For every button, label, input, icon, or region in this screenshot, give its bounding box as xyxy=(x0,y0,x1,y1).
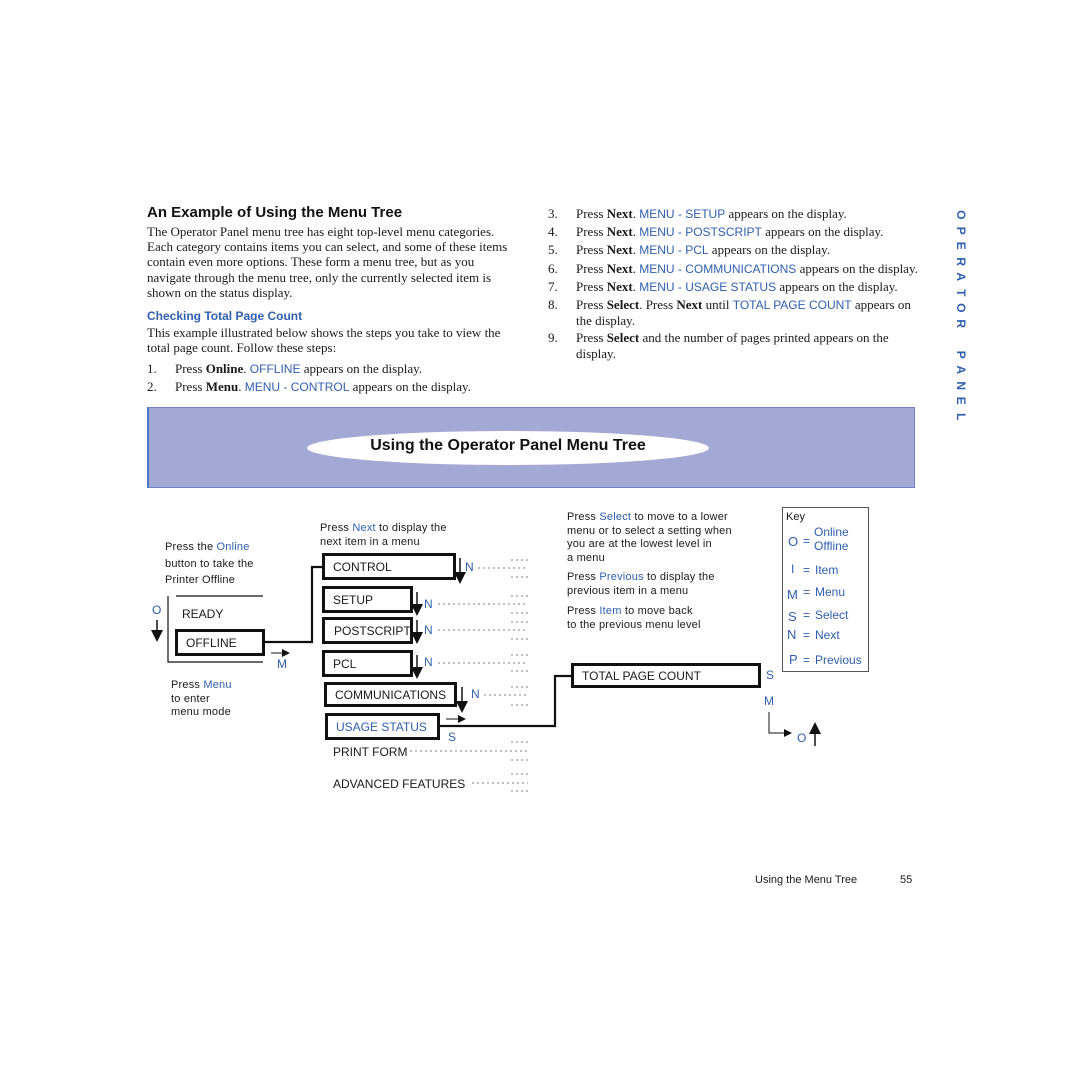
key-meaning: Online Offline xyxy=(814,525,849,553)
submenu-total-page-count: TOTAL PAGE COUNT xyxy=(571,663,761,688)
offline-to-control-connector xyxy=(264,565,322,644)
key-eq: = xyxy=(803,563,811,577)
menu-tree-diagram xyxy=(151,558,821,792)
key-meaning: Previous xyxy=(815,653,862,667)
menu-postscript: POSTSCRIPT xyxy=(322,617,413,644)
key-meaning: Item xyxy=(815,563,839,577)
menu-usage-status: USAGE STATUS xyxy=(325,713,440,740)
footer-title: Using the Menu Tree xyxy=(755,874,858,886)
page-number: 55 xyxy=(900,874,913,886)
item-note: Press Item to move back to the previous … xyxy=(567,605,701,631)
key-letter: N xyxy=(787,627,797,642)
menu-print-form: PRINT FORM xyxy=(333,745,408,759)
key-eq: = xyxy=(803,628,811,642)
online-key-letter: O xyxy=(152,603,162,617)
key-eq: = xyxy=(803,534,811,548)
key-letter: I xyxy=(791,562,795,576)
next-key-letter: N xyxy=(465,560,474,574)
key-eq: = xyxy=(803,608,811,622)
key-letter: O xyxy=(788,534,799,549)
next-key-letter: N xyxy=(424,597,433,611)
key-meaning: Select xyxy=(815,608,849,622)
key-title: Key xyxy=(786,511,805,523)
online-key-letter: O xyxy=(797,731,807,745)
menu-communications: COMMUNICATIONS xyxy=(324,682,457,707)
menu-control: CONTROL xyxy=(322,553,456,580)
key-eq: = xyxy=(803,653,811,667)
next-key-letter: N xyxy=(424,655,433,669)
next-note: Press Next to display the next item in a… xyxy=(320,522,447,548)
key-meaning: Next xyxy=(815,628,840,642)
key-letter: M xyxy=(787,587,798,602)
next-key-letter: N xyxy=(424,623,433,637)
display-state-offline: OFFLINE xyxy=(175,629,265,656)
menu-key-letter: M xyxy=(277,657,287,671)
previous-note: Press Previous to display the previous i… xyxy=(567,571,715,597)
key-letter: P xyxy=(789,652,798,667)
next-key-letter: N xyxy=(471,687,480,701)
select-key-letter: S xyxy=(448,730,457,744)
menu-note: Press Menu to enter menu mode xyxy=(171,679,232,718)
key-eq: = xyxy=(803,585,811,599)
menu-key-letter: M xyxy=(764,694,774,708)
menu-setup: SETUP xyxy=(322,586,413,613)
dotted-leaders xyxy=(410,559,528,792)
menu-pcl: PCL xyxy=(322,650,413,677)
key-letter: S xyxy=(788,609,797,624)
menu-advanced-features: ADVANCED FEATURES xyxy=(333,777,466,791)
online-note: Press the Online button to take the Prin… xyxy=(165,541,254,586)
select-note: Press Select to move to a lower menu or … xyxy=(567,511,732,564)
select-key-letter: S xyxy=(766,668,775,682)
display-state-ready: READY xyxy=(182,607,224,621)
menu-online-loop xyxy=(768,712,792,737)
key-meaning: Menu xyxy=(815,585,846,599)
